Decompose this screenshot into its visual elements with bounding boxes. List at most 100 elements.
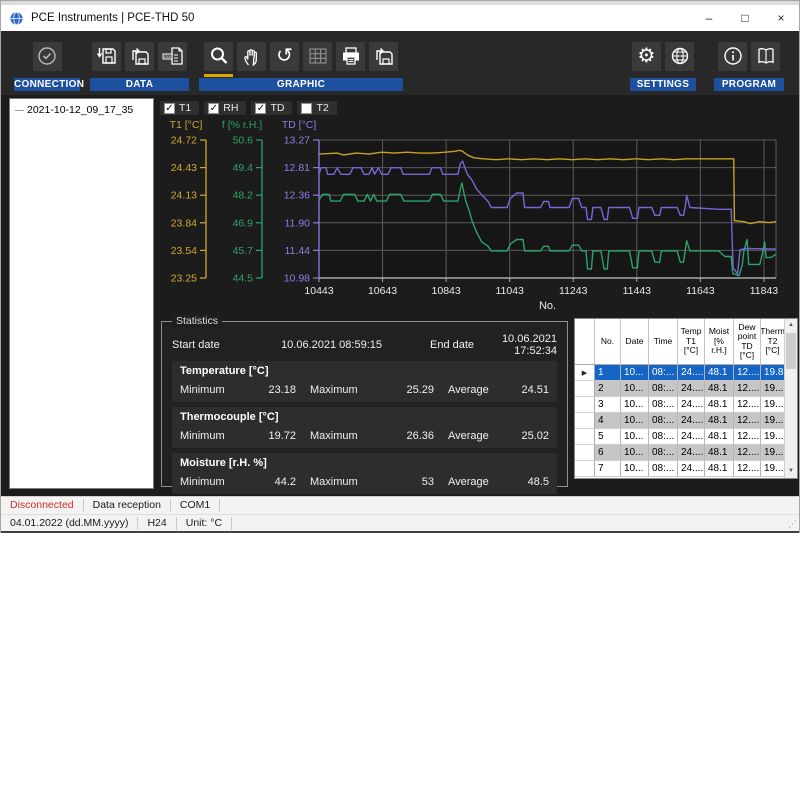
checkbox-checked-icon[interactable]: ✓ (255, 103, 266, 114)
table-scrollbar[interactable]: ▲ ▼ (784, 319, 797, 478)
cell-temp_t1[interactable]: 24.... (678, 429, 705, 445)
cell-temp_t1[interactable]: 24.... (678, 413, 705, 429)
cell-therm_t2[interactable]: 19.... (761, 429, 785, 445)
column-header-therm_t2[interactable]: ThermT2[°C] (761, 319, 785, 364)
cell-therm_t2[interactable]: 19.... (761, 461, 785, 477)
reset-zoom-button[interactable]: ↺ (270, 42, 299, 71)
scrollbar-thumb[interactable] (786, 333, 796, 369)
info-button[interactable] (718, 42, 747, 71)
language-button[interactable] (665, 42, 694, 71)
row-header-cell[interactable] (575, 381, 595, 397)
cell-therm_t2[interactable]: 19.... (761, 445, 785, 461)
manual-button[interactable] (751, 42, 780, 71)
resize-grip[interactable]: ⋰ (788, 519, 797, 530)
cell-time[interactable]: 08:... (649, 381, 678, 397)
save-graphic-button[interactable] (369, 42, 398, 71)
row-header-cell[interactable] (575, 445, 595, 461)
checkbox-unchecked-icon[interactable] (301, 103, 312, 114)
cell-dew_td[interactable]: 12.... (734, 445, 761, 461)
table-row[interactable]: 510...08:...24....48.112....19.... (575, 429, 797, 445)
save-data-button[interactable] (92, 42, 121, 71)
cell-temp_t1[interactable]: 24.... (678, 397, 705, 413)
measurement-tree-panel[interactable]: 2021-10-12_09_17_35 (9, 98, 154, 489)
data-table[interactable]: No.DateTimeTempT1[°C]Moist[%r.H.]Dewpoin… (574, 318, 798, 479)
minimize-button[interactable]: – (691, 6, 727, 30)
column-header-temp_t1[interactable]: TempT1[°C] (678, 319, 705, 364)
cell-moist[interactable]: 48.1 (705, 461, 734, 477)
cell-dew_td[interactable]: 12.... (734, 365, 761, 381)
cell-dew_td[interactable]: 12.... (734, 461, 761, 477)
channel-toggle-rh[interactable]: ✓RH (204, 101, 246, 115)
table-row[interactable]: 310...08:...24....48.112....19.... (575, 397, 797, 413)
table-row[interactable]: 710...08:...24....48.112....19.... (575, 461, 797, 477)
cell-date[interactable]: 10... (621, 413, 649, 429)
cell-date[interactable]: 10... (621, 429, 649, 445)
cell-time[interactable]: 08:... (649, 413, 678, 429)
channel-toggle-td[interactable]: ✓TD (251, 101, 292, 115)
maximize-button[interactable]: □ (727, 6, 763, 30)
cell-no[interactable]: 6 (595, 445, 621, 461)
cell-date[interactable]: 10... (621, 381, 649, 397)
row-header-cell[interactable] (575, 461, 595, 477)
column-header-date[interactable]: Date (621, 319, 649, 364)
scroll-up-icon[interactable]: ▲ (785, 319, 797, 332)
cell-therm_t2[interactable]: 19.... (761, 381, 785, 397)
close-button[interactable]: × (763, 6, 799, 30)
cell-no[interactable]: 1 (595, 365, 621, 381)
cell-therm_t2[interactable]: 19.... (761, 413, 785, 429)
cell-no[interactable]: 4 (595, 413, 621, 429)
cell-no[interactable]: 7 (595, 461, 621, 477)
table-row[interactable]: ▶110...08:...24....48.112....19.8 (575, 365, 797, 381)
cell-temp_t1[interactable]: 24.... (678, 365, 705, 381)
table-row[interactable]: 610...08:...24....48.112....19.... (575, 445, 797, 461)
cell-time[interactable]: 08:... (649, 429, 678, 445)
grid-toggle-button[interactable] (303, 42, 332, 71)
column-header-no[interactable]: No. (595, 319, 621, 364)
cell-therm_t2[interactable]: 19.... (761, 397, 785, 413)
zoom-button[interactable] (204, 42, 233, 71)
cell-time[interactable]: 08:... (649, 445, 678, 461)
cell-date[interactable]: 10... (621, 365, 649, 381)
cell-date[interactable]: 10... (621, 397, 649, 413)
export-csv-button[interactable]: csv (158, 42, 187, 71)
cell-dew_td[interactable]: 12.... (734, 413, 761, 429)
column-header-dew_td[interactable]: DewpointTD[°C] (734, 319, 761, 364)
cell-dew_td[interactable]: 12.... (734, 429, 761, 445)
row-pointer-icon[interactable]: ▶ (575, 365, 595, 381)
connection-button[interactable] (33, 42, 62, 71)
cell-time[interactable]: 08:... (649, 461, 678, 477)
row-header-cell[interactable] (575, 397, 595, 413)
cell-therm_t2[interactable]: 19.8 (761, 365, 785, 381)
pan-button[interactable] (237, 42, 266, 71)
cell-dew_td[interactable]: 12.... (734, 381, 761, 397)
cell-no[interactable]: 5 (595, 429, 621, 445)
settings-button[interactable]: ⚙ (632, 42, 661, 71)
load-data-button[interactable] (125, 42, 154, 71)
channel-toggle-t1[interactable]: ✓T1 (160, 101, 199, 115)
column-header-moist[interactable]: Moist[%r.H.] (705, 319, 734, 364)
cell-time[interactable]: 08:... (649, 365, 678, 381)
cell-moist[interactable]: 48.1 (705, 365, 734, 381)
cell-moist[interactable]: 48.1 (705, 429, 734, 445)
checkbox-checked-icon[interactable]: ✓ (208, 103, 219, 114)
measurement-chart[interactable]: 1044310643108431104311243114431164311843… (161, 116, 797, 316)
cell-temp_t1[interactable]: 24.... (678, 381, 705, 397)
cell-temp_t1[interactable]: 24.... (678, 461, 705, 477)
title-bar[interactable]: PCE Instruments | PCE-THD 50 – □ × (1, 5, 799, 31)
scroll-down-icon[interactable]: ▼ (785, 465, 797, 478)
table-row[interactable]: 410...08:...24....48.112....19.... (575, 413, 797, 429)
row-header-cell[interactable] (575, 413, 595, 429)
cell-moist[interactable]: 48.1 (705, 397, 734, 413)
cell-time[interactable]: 08:... (649, 397, 678, 413)
column-header-time[interactable]: Time (649, 319, 678, 364)
cell-date[interactable]: 10... (621, 461, 649, 477)
cell-moist[interactable]: 48.1 (705, 381, 734, 397)
tree-item-measurement[interactable]: 2021-10-12_09_17_35 (13, 104, 150, 116)
checkbox-checked-icon[interactable]: ✓ (164, 103, 175, 114)
cell-dew_td[interactable]: 12.... (734, 397, 761, 413)
cell-moist[interactable]: 48.1 (705, 413, 734, 429)
row-header-cell[interactable] (575, 429, 595, 445)
cell-no[interactable]: 2 (595, 381, 621, 397)
cell-date[interactable]: 10... (621, 445, 649, 461)
cell-moist[interactable]: 48.1 (705, 445, 734, 461)
